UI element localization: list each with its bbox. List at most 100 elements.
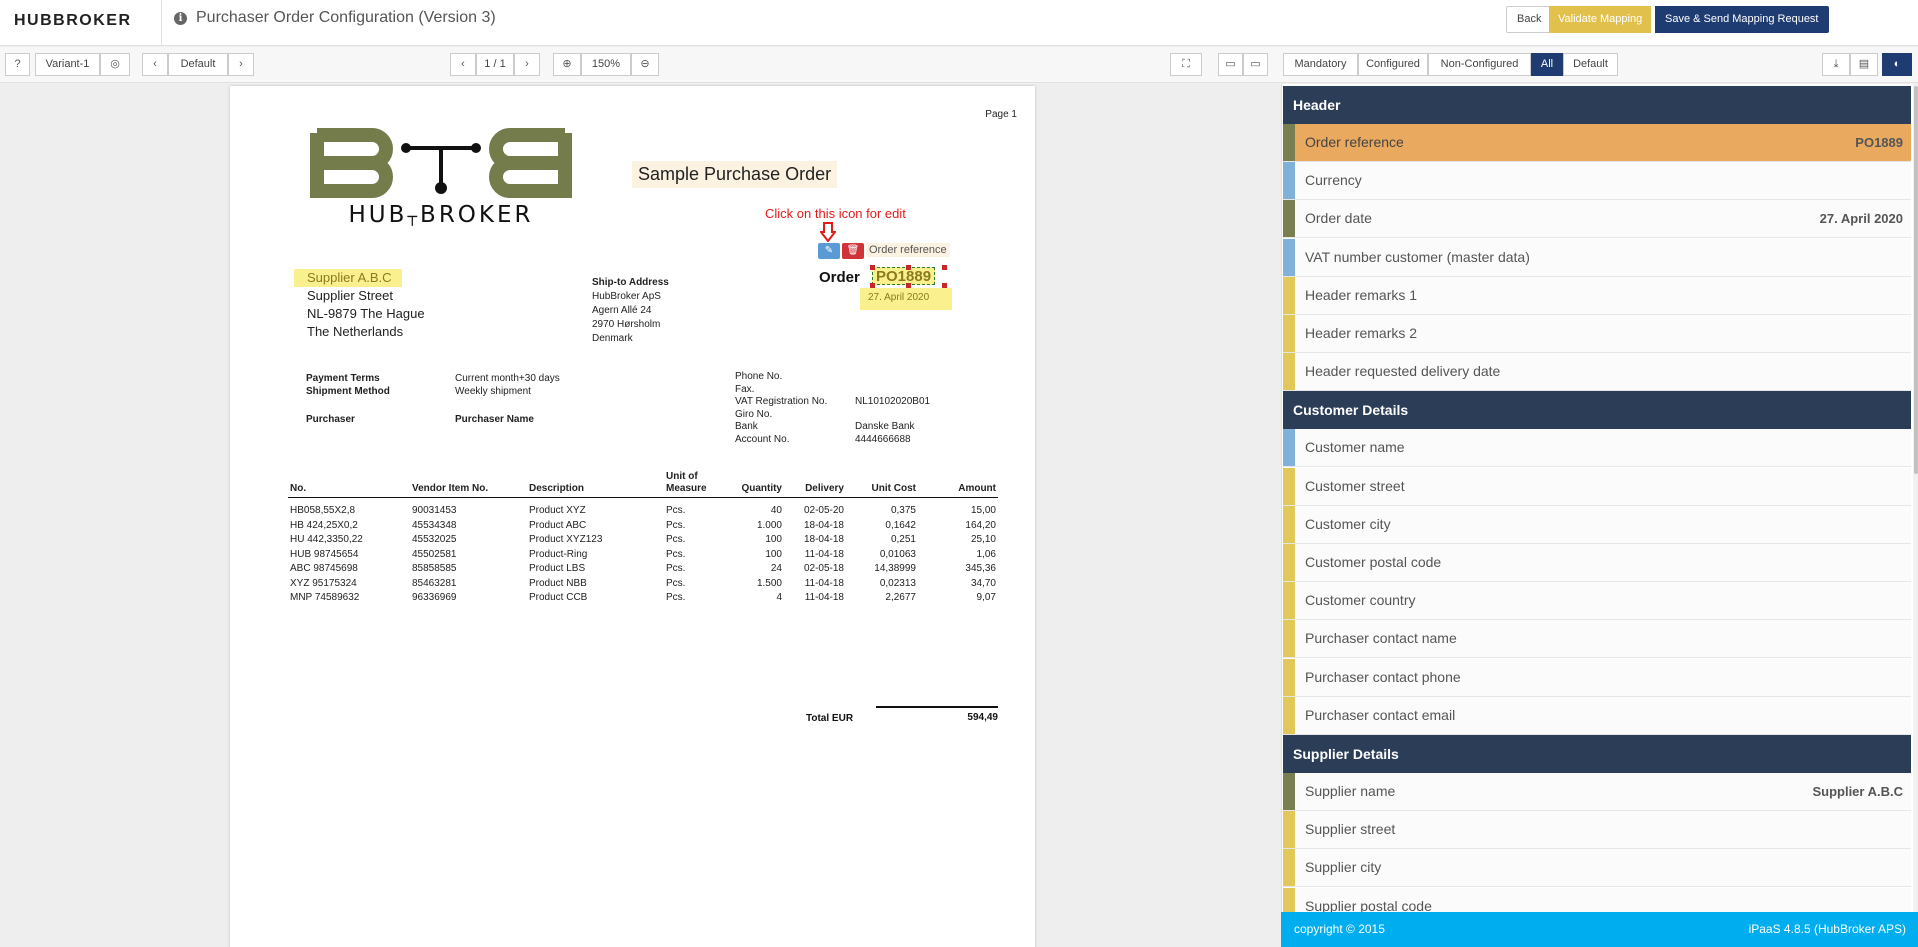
next-layout-icon[interactable]: › (228, 53, 254, 76)
mapping-field-row[interactable]: Customer street (1283, 467, 1911, 506)
section-header[interactable]: Header (1283, 86, 1911, 124)
help-icon[interactable]: ? (5, 53, 30, 76)
zoom-level: 150% (581, 53, 631, 76)
resize-handle[interactable] (870, 265, 875, 270)
mapping-field-row[interactable]: Purchaser contact name (1283, 620, 1911, 659)
order-number-mapped[interactable]: PO1889 (872, 267, 936, 285)
field-label: Purchaser contact email (1305, 706, 1456, 723)
zoom-out-icon[interactable]: ⊖ (631, 53, 659, 76)
mapping-field-row[interactable]: Header remarks 2 (1283, 315, 1911, 353)
file-icon[interactable]: ▤ (1850, 53, 1878, 76)
table-cell: 4 (776, 592, 782, 603)
table-row: HUB 98745654 45502581 Product-Ring Pcs. 100 1… (288, 548, 998, 563)
mapping-field-row[interactable]: Order date 27. April 2020 (1283, 200, 1911, 239)
table-header: No. (288, 471, 410, 498)
toolbar: ? Variant-1 ◎ ‹ Default › ‹ 1 / 1 › ⊕ 15… (0, 47, 1918, 83)
supplier-country: The Netherlands (307, 324, 404, 339)
document-alt-icon[interactable]: ▭ (1243, 53, 1268, 76)
table-cell: 02-05-18 (803, 563, 844, 574)
validate-mapping-button[interactable]: Validate Mapping (1549, 6, 1652, 33)
mapping-field-row[interactable]: Customer name (1283, 429, 1911, 468)
toggle-panel-icon[interactable]: ◐ (1882, 53, 1912, 76)
table-cell: 45502581 (412, 548, 457, 560)
table-cell: 15,00 (970, 505, 996, 516)
mapping-field-row[interactable]: Supplier city (1283, 849, 1911, 888)
mapping-field-row[interactable]: Supplier name Supplier A.B.C (1283, 773, 1911, 811)
mapping-field-row[interactable]: Customer city (1283, 505, 1911, 544)
mapping-field-row[interactable]: Supplier postal code (1283, 887, 1911, 912)
prev-page-icon[interactable]: ‹ (450, 53, 476, 76)
mapping-field-row[interactable]: Supplier street (1283, 811, 1911, 850)
field-label: Customer country (1305, 592, 1416, 609)
section-header[interactable]: Customer Details (1283, 391, 1911, 430)
field-value: Supplier A.B.C (1812, 784, 1903, 799)
contact-label: Fax. (735, 383, 755, 395)
table-cell: 45534348 (412, 519, 457, 531)
mapping-field-row[interactable]: Customer country (1283, 582, 1911, 621)
mapping-field-row[interactable]: VAT number customer (master data) (1283, 238, 1911, 277)
variant-select[interactable]: Variant-1 (35, 53, 100, 76)
resize-handle[interactable] (942, 265, 947, 270)
mapping-field-row[interactable]: Header remarks 1 (1283, 276, 1911, 315)
table-cell: 100 (765, 534, 782, 545)
table-header: Delivery (784, 471, 846, 498)
table-cell: 1.500 (756, 577, 782, 589)
total-value: 594,49 (967, 712, 998, 723)
arrow-down-icon (820, 222, 836, 242)
download-icon[interactable]: ⤓ (1822, 53, 1850, 76)
back-button[interactable]: Back (1506, 6, 1553, 33)
fit-page-icon[interactable]: ⛶ (1170, 53, 1202, 76)
document-title: Sample Purchase Order (632, 161, 838, 188)
edit-hint: Click on this icon for edit (765, 206, 906, 221)
supplier-name-mapped[interactable]: Supplier A.B.C (294, 269, 402, 287)
filter-configured[interactable]: Configured (1358, 53, 1428, 76)
filter-default[interactable]: Default (1563, 53, 1618, 76)
prev-layout-icon[interactable]: ‹ (142, 53, 168, 76)
status-indicator (1283, 658, 1295, 696)
mapping-field-row[interactable]: Currency (1283, 162, 1911, 201)
table-cell: Pcs. (666, 519, 686, 531)
visibility-toggle-icon[interactable]: ◎ (100, 53, 130, 76)
mapping-field-row[interactable]: Purchaser contact email (1283, 696, 1911, 735)
order-label: Order (819, 269, 860, 286)
document-viewer: Page 1 HUB┬BROKER Sample Purchase Order … (0, 84, 1281, 947)
page-title: Purchaser Order Configuration (Version 3… (196, 9, 496, 26)
mapping-field-row[interactable]: Purchaser contact phone (1283, 658, 1911, 697)
info-icon[interactable]: i (174, 12, 187, 25)
table-header: Amount (918, 471, 998, 498)
field-label: Purchaser contact name (1305, 630, 1457, 647)
field-label: Customer postal code (1305, 554, 1442, 570)
mapping-field-row[interactable]: Header requested delivery date (1283, 353, 1911, 392)
table-cell: 11-04-18 (804, 592, 844, 603)
filter-mandatory[interactable]: Mandatory (1283, 53, 1358, 76)
document-icon[interactable]: ▭ (1218, 53, 1243, 76)
zoom-in-icon[interactable]: ⊕ (553, 53, 581, 76)
terms-values: Current month+30 days Weekly shipment Pu… (455, 372, 560, 426)
filter-non-configured[interactable]: Non-Configured (1428, 53, 1531, 76)
table-cell: 18-04-18 (803, 534, 844, 545)
table-cell: XYZ 95175324 (290, 577, 357, 589)
app-logo: HUBBROKER (14, 12, 132, 29)
table-cell: Pcs. (666, 548, 686, 560)
mapping-field-row[interactable]: Customer postal code (1283, 544, 1911, 582)
layout-select[interactable]: Default (168, 53, 228, 76)
scrollbar-thumb[interactable] (1914, 86, 1918, 474)
resize-handle[interactable] (906, 265, 911, 270)
ship-to-line: 2970 Hørsholm (592, 319, 661, 330)
section-header[interactable]: Supplier Details (1283, 735, 1911, 773)
save-send-mapping-button[interactable]: Save & Send Mapping Request (1655, 6, 1829, 33)
mapping-field-row[interactable]: Order reference PO1889 (1283, 124, 1911, 162)
field-label: Order date (1305, 210, 1372, 227)
filter-all[interactable]: All (1531, 53, 1563, 76)
table-cell: HB 424,25X0,2 (290, 519, 358, 531)
purchaser-name-value: Purchaser Name (455, 414, 534, 425)
table-cell: Pcs. (666, 534, 686, 545)
order-date-mapped[interactable]: 27. April 2020 (860, 288, 952, 310)
table-cell: 24 (770, 563, 782, 574)
delete-trash-icon[interactable]: 🗑 (842, 243, 864, 259)
status-indicator (1283, 200, 1295, 238)
next-page-icon[interactable]: › (514, 53, 540, 76)
edit-pencil-icon[interactable]: ✎ (818, 243, 840, 259)
table-header: Description (527, 471, 664, 498)
terms-labels: Payment Terms Shipment Method Purchaser (306, 372, 390, 426)
